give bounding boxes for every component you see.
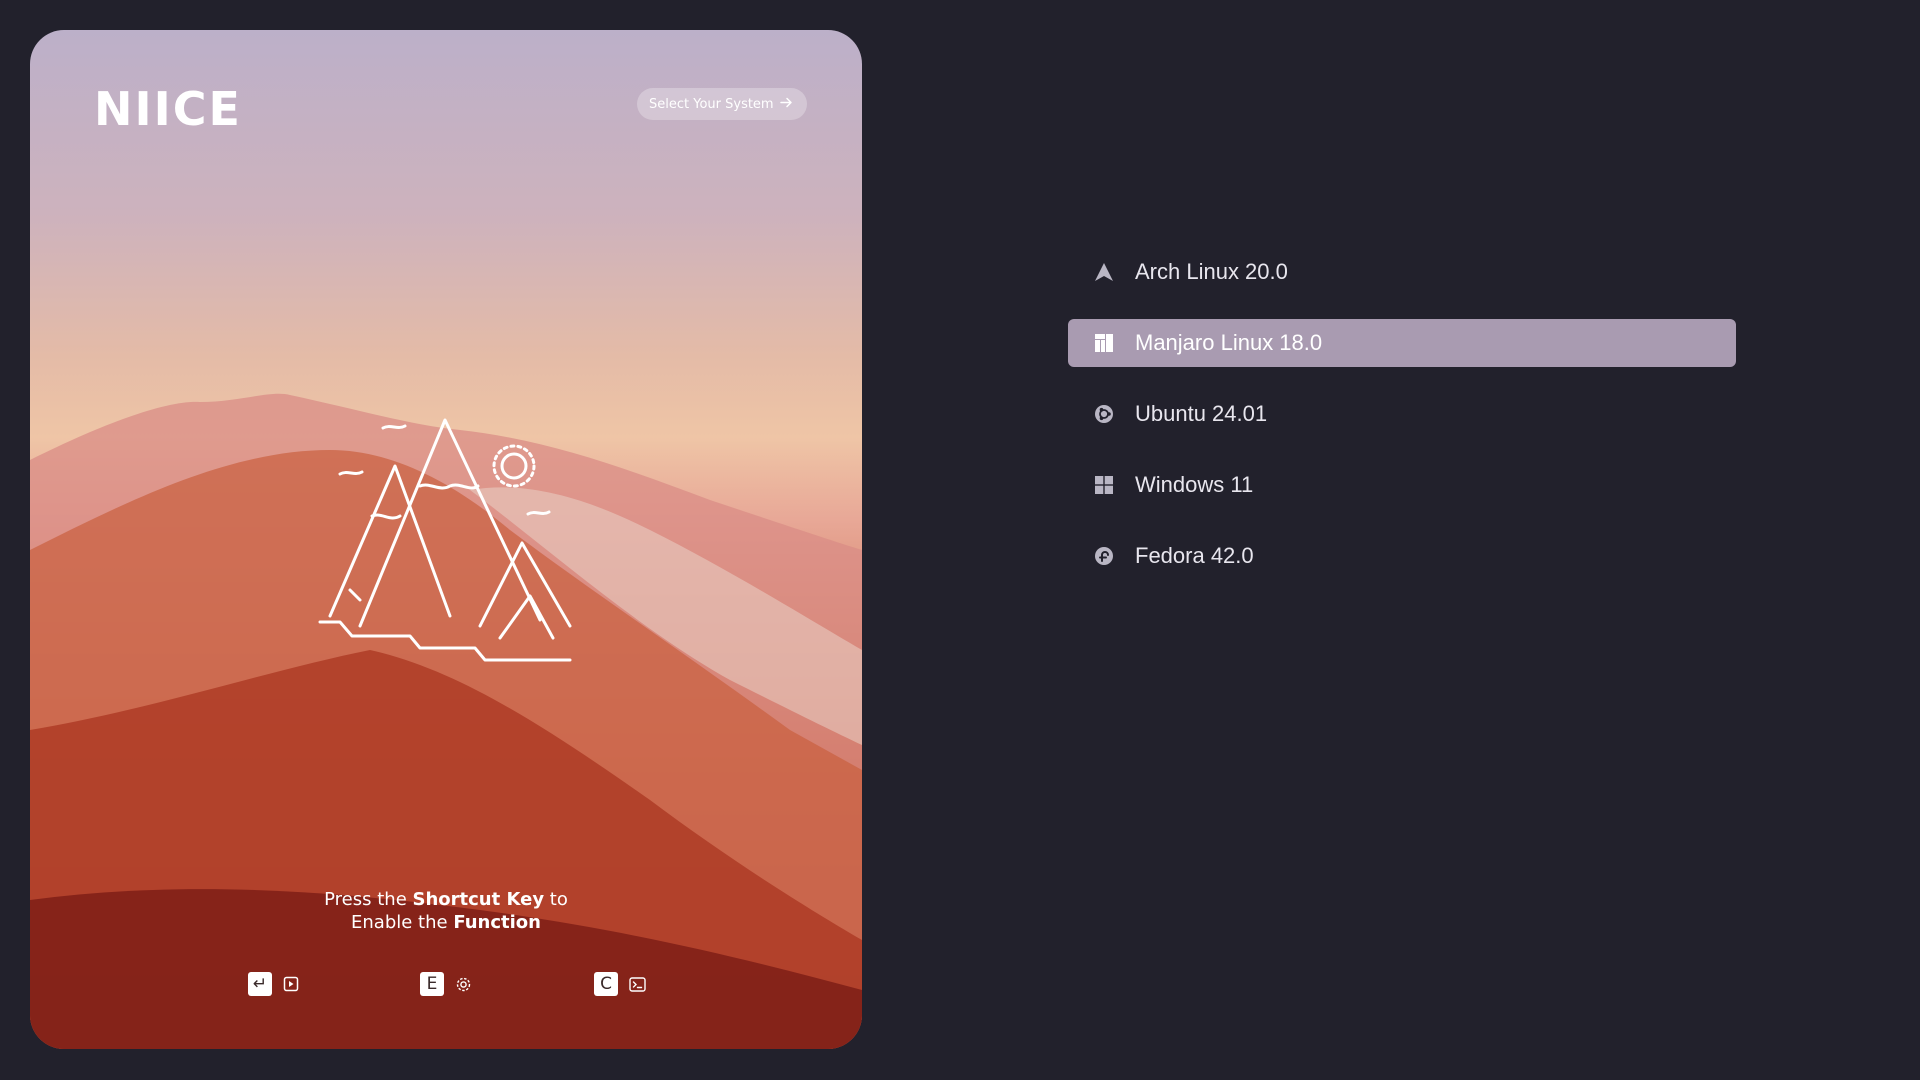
shortcut-edit[interactable]: E xyxy=(420,972,472,996)
shortcut-boot[interactable]: ↵ xyxy=(248,972,300,996)
wallpaper-card: NIICE Select Your System Press the Short… xyxy=(30,30,862,1049)
select-system-button[interactable]: Select Your System xyxy=(637,88,807,120)
shortcut-console[interactable]: C xyxy=(594,972,646,996)
os-item-fedora[interactable]: Fedora 42.0 xyxy=(1068,532,1736,580)
terminal-icon xyxy=(628,975,646,993)
os-label: Manjaro Linux 18.0 xyxy=(1135,330,1323,355)
shortcut-keys: ↵ E C xyxy=(30,972,862,998)
os-item-ubuntu[interactable]: Ubuntu 24.01 xyxy=(1068,390,1736,438)
gear-icon xyxy=(454,975,472,993)
hint-text: to xyxy=(544,889,568,910)
e-key[interactable]: E xyxy=(420,972,444,996)
os-label: Windows 11 xyxy=(1135,472,1254,497)
windows-icon xyxy=(1093,474,1115,496)
os-item-windows[interactable]: Windows 11 xyxy=(1068,461,1736,509)
ubuntu-icon xyxy=(1093,403,1115,425)
enter-key[interactable]: ↵ xyxy=(248,972,272,996)
hint-emphasis: Shortcut Key xyxy=(412,889,545,910)
select-system-label: Select Your System xyxy=(649,96,774,112)
os-boot-menu: Arch Linux 20.0 Manjaro Linux 18.0 Ubunt… xyxy=(1068,248,1736,603)
fedora-icon xyxy=(1093,545,1115,567)
arrow-right-icon xyxy=(779,96,793,113)
os-label: Fedora 42.0 xyxy=(1135,543,1254,568)
os-item-arch[interactable]: Arch Linux 20.0 xyxy=(1068,248,1736,296)
boot-icon xyxy=(282,975,300,993)
hint-text: Press the xyxy=(324,889,413,910)
shortcut-hint: Press the Shortcut Key to Enable the Fun… xyxy=(30,888,862,934)
niice-logo: NIICE xyxy=(94,82,242,136)
os-label: Ubuntu 24.01 xyxy=(1135,401,1268,426)
arch-icon xyxy=(1093,261,1115,283)
c-key[interactable]: C xyxy=(594,972,618,996)
os-item-manjaro[interactable]: Manjaro Linux 18.0 xyxy=(1068,319,1736,367)
manjaro-icon xyxy=(1093,332,1115,354)
os-label: Arch Linux 20.0 xyxy=(1135,259,1288,284)
hint-emphasis: Function xyxy=(453,912,541,933)
hint-text: Enable the xyxy=(351,912,454,933)
